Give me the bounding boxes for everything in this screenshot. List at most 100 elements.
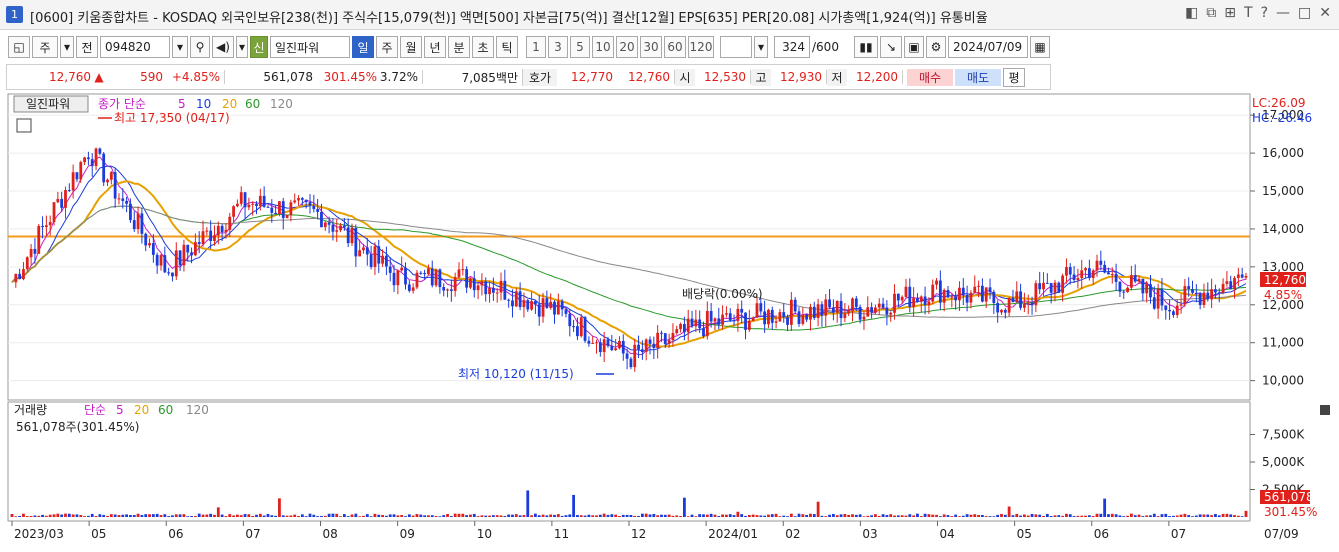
gear-icon[interactable]: ⚙: [926, 36, 946, 58]
volume-bar: [847, 514, 851, 517]
maximize-icon[interactable]: □: [1298, 5, 1311, 21]
volume-bar: [1172, 515, 1175, 517]
tab-tick[interactable]: 틱: [496, 36, 518, 58]
calendar-icon[interactable]: ▦: [1030, 36, 1050, 58]
volume-bar: [1087, 515, 1091, 517]
count-input[interactable]: 324: [774, 36, 810, 58]
sound-dropdown-icon[interactable]: ▾: [236, 36, 248, 58]
candle-body: [1194, 292, 1198, 294]
help-icon[interactable]: ?: [1261, 5, 1268, 21]
volume-bar: [637, 516, 640, 517]
interval-10[interactable]: 10: [592, 36, 614, 58]
close-icon[interactable]: ✕: [1319, 5, 1331, 21]
volume-bar: [598, 514, 602, 517]
eval-button[interactable]: 평: [1003, 67, 1025, 87]
date-input[interactable]: 2024/07/09: [948, 36, 1028, 58]
candle-body: [33, 248, 37, 254]
candle-body: [839, 300, 843, 319]
volume-bar: [896, 515, 900, 517]
candle-body: [113, 172, 117, 199]
volume-bar: [927, 514, 931, 517]
volume-bar: [274, 515, 278, 517]
code-dropdown-icon[interactable]: ▾: [172, 36, 188, 58]
candle-body: [652, 343, 656, 348]
volume-bar: [1133, 515, 1137, 517]
volume-bar: [285, 515, 289, 517]
sound-icon[interactable]: ◀): [212, 36, 234, 58]
tab-monthly[interactable]: 월: [400, 36, 422, 58]
candle-body: [442, 287, 446, 291]
interval-30[interactable]: 30: [640, 36, 662, 58]
candle-body: [625, 353, 629, 359]
volume-bar: [1084, 515, 1087, 517]
tab-weekly[interactable]: 주: [376, 36, 398, 58]
volume-bar: [518, 515, 522, 517]
volume-bar: [522, 515, 526, 517]
candle-body: [262, 195, 266, 207]
volume-bar: [1034, 514, 1038, 517]
candle-body: [312, 205, 316, 210]
interval-20[interactable]: 20: [616, 36, 638, 58]
volume-bar: [1103, 498, 1107, 517]
volume-bar: [457, 513, 461, 517]
candle-body: [1145, 284, 1149, 294]
volume-tick-label: 5,000K: [1262, 455, 1305, 469]
layout-icon[interactable]: ◧: [1185, 5, 1198, 21]
candle-body: [67, 190, 71, 192]
candle-body: [18, 273, 22, 280]
candle-body: [472, 278, 476, 291]
volume-bar: [679, 515, 682, 517]
candle-body: [721, 314, 725, 325]
change-pct: +4.85%: [163, 70, 225, 84]
interval-dropdown-icon[interactable]: ▾: [754, 36, 768, 58]
chart-area[interactable]: 17,000 16,000 15,000 14,000 13,000 12,000 11,0…: [0, 92, 1339, 549]
tab-yearly[interactable]: 년: [424, 36, 446, 58]
minimize-icon[interactable]: —: [1276, 5, 1290, 21]
drawing-icon[interactable]: ↘: [880, 36, 902, 58]
pin-icon[interactable]: ⊞: [1224, 5, 1236, 21]
tab-minute[interactable]: 분: [448, 36, 470, 58]
candle-body: [663, 333, 667, 345]
interval-5[interactable]: 5: [570, 36, 590, 58]
chart-menu-icon[interactable]: ◱: [8, 36, 30, 58]
price-type-select[interactable]: 전: [76, 36, 98, 58]
interval-1[interactable]: 1: [526, 36, 546, 58]
volume-bar: [828, 514, 831, 517]
trade-amount: 7,085백만: [423, 68, 523, 86]
candle-body: [190, 252, 193, 256]
search-icon[interactable]: ⚲: [190, 36, 210, 58]
candle-body: [805, 314, 809, 320]
table-icon[interactable]: [16, 118, 32, 133]
indicator-icon[interactable]: ▮▮: [854, 36, 878, 58]
tab-daily[interactable]: 일: [352, 36, 374, 58]
volume-bar: [1187, 515, 1191, 517]
candle-body: [786, 317, 789, 325]
tab-second[interactable]: 초: [472, 36, 494, 58]
volume-bar: [423, 515, 427, 517]
font-icon[interactable]: T: [1244, 5, 1253, 21]
candle-body: [358, 250, 362, 257]
period-dropdown-icon[interactable]: ▾: [60, 36, 74, 58]
stock-code-input[interactable]: 094820: [100, 36, 170, 58]
interval-60[interactable]: 60: [664, 36, 686, 58]
save-icon[interactable]: ▣: [904, 36, 924, 58]
restore-icon[interactable]: ⧉: [1206, 5, 1216, 21]
volume-bar: [774, 513, 778, 517]
stock-chart[interactable]: 17,00016,00015,00014,00013,00012,00011,0…: [0, 92, 1339, 549]
candle-body: [1023, 303, 1026, 308]
custom-interval-input[interactable]: [720, 36, 752, 58]
candle-body: [14, 273, 18, 283]
interval-120[interactable]: 120: [688, 36, 714, 58]
candle-body: [449, 289, 453, 291]
volume-bar: [767, 514, 770, 517]
volume-panel-close-icon[interactable]: [1320, 405, 1330, 415]
candle-body: [919, 296, 923, 302]
candle-body: [1095, 260, 1099, 271]
buy-button[interactable]: 매수: [907, 68, 953, 86]
volume-bar: [640, 513, 644, 517]
sell-button[interactable]: 매도: [955, 68, 1001, 86]
interval-3[interactable]: 3: [548, 36, 568, 58]
volume-bar: [1221, 513, 1225, 517]
period-select[interactable]: 주: [32, 36, 58, 58]
candle-body: [675, 329, 679, 334]
